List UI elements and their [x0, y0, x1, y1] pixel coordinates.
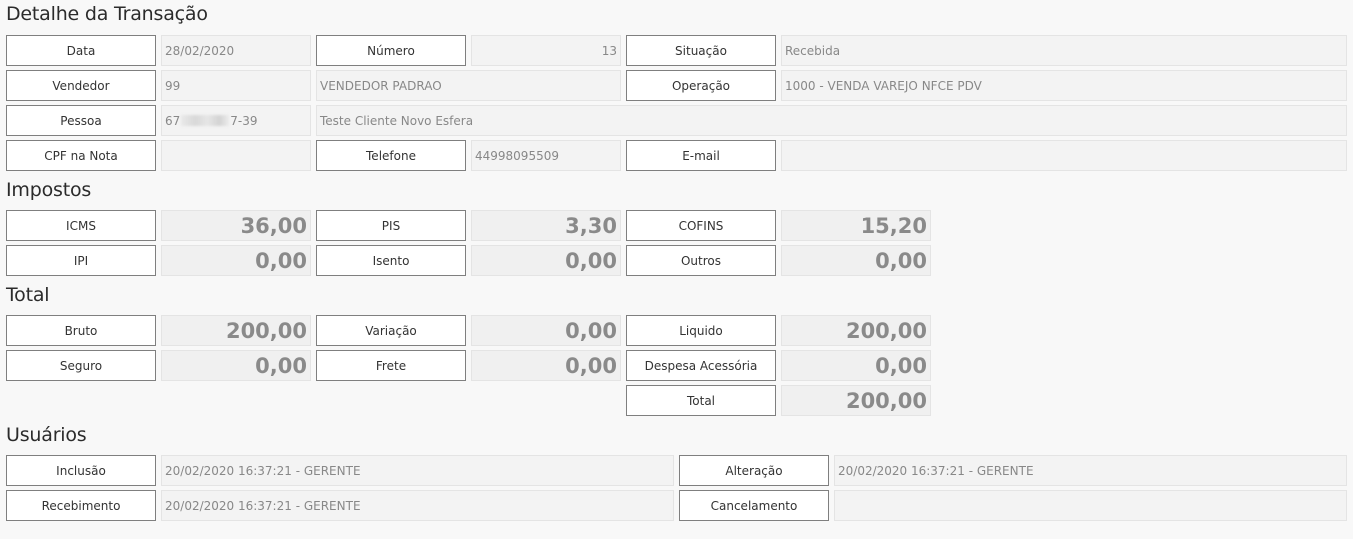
recebimento-label-button[interactable]: Recebimento — [6, 490, 156, 521]
cofins-value: 15,20 — [781, 210, 931, 241]
section-title-usuarios: Usuários — [6, 424, 87, 446]
vendedor-name-value: VENDEDOR PADRAO — [316, 70, 621, 101]
section-title-detalhe: Detalhe da Transação — [6, 3, 208, 25]
situacao-label-button[interactable]: Situação — [626, 35, 776, 66]
liquido-label-button[interactable]: Liquido — [626, 315, 776, 346]
situacao-value: Recebida — [781, 35, 1347, 66]
cpf-na-nota-value — [161, 140, 311, 171]
operacao-label-button[interactable]: Operação — [626, 70, 776, 101]
pessoa-doc-prefix: 67 — [165, 113, 181, 128]
vendedor-label-button[interactable]: Vendedor — [6, 70, 156, 101]
bruto-label-button[interactable]: Bruto — [6, 315, 156, 346]
numero-label-button[interactable]: Número — [316, 35, 466, 66]
icms-value: 36,00 — [161, 210, 311, 241]
pis-label-button[interactable]: PIS — [316, 210, 466, 241]
section-title-total: Total — [6, 284, 50, 306]
isento-label-button[interactable]: Isento — [316, 245, 466, 276]
section-title-impostos: Impostos — [6, 179, 92, 201]
outros-value: 0,00 — [781, 245, 931, 276]
recebimento-value: 20/02/2020 16:37:21 - GERENTE — [161, 490, 674, 521]
variacao-value: 0,00 — [471, 315, 621, 346]
ipi-label-button[interactable]: IPI — [6, 245, 156, 276]
icms-label-button[interactable]: ICMS — [6, 210, 156, 241]
inclusao-label-button[interactable]: Inclusão — [6, 455, 156, 486]
telefone-value: 44998095509 — [471, 140, 621, 171]
alteracao-value: 20/02/2020 16:37:21 - GERENTE — [834, 455, 1347, 486]
variacao-label-button[interactable]: Variação — [316, 315, 466, 346]
cofins-label-button[interactable]: COFINS — [626, 210, 776, 241]
data-label-button[interactable]: Data — [6, 35, 156, 66]
total-value: 200,00 — [781, 385, 931, 416]
data-value: 28/02/2020 — [161, 35, 311, 66]
isento-value: 0,00 — [471, 245, 621, 276]
redacted-blur — [181, 115, 230, 126]
numero-value: 13 — [471, 35, 621, 66]
total-label-button[interactable]: Total — [626, 385, 776, 416]
frete-value: 0,00 — [471, 350, 621, 381]
seguro-value: 0,00 — [161, 350, 311, 381]
cancelamento-value — [834, 490, 1347, 521]
cancelamento-label-button[interactable]: Cancelamento — [679, 490, 829, 521]
email-label-button[interactable]: E-mail — [626, 140, 776, 171]
email-value — [781, 140, 1347, 171]
pessoa-doc-suffix: 7-39 — [230, 113, 258, 128]
ipi-value: 0,00 — [161, 245, 311, 276]
despesa-acessoria-label-button[interactable]: Despesa Acessória — [626, 350, 776, 381]
alteracao-label-button[interactable]: Alteração — [679, 455, 829, 486]
frete-label-button[interactable]: Frete — [316, 350, 466, 381]
pessoa-name-value: Teste Cliente Novo Esfera — [316, 105, 1347, 136]
seguro-label-button[interactable]: Seguro — [6, 350, 156, 381]
bruto-value: 200,00 — [161, 315, 311, 346]
pessoa-label-button[interactable]: Pessoa — [6, 105, 156, 136]
outros-label-button[interactable]: Outros — [626, 245, 776, 276]
liquido-value: 200,00 — [781, 315, 931, 346]
pis-value: 3,30 — [471, 210, 621, 241]
despesa-acessoria-value: 0,00 — [781, 350, 931, 381]
pessoa-document-value: 67 7-39 — [161, 105, 311, 136]
operacao-value: 1000 - VENDA VAREJO NFCE PDV — [781, 70, 1347, 101]
telefone-label-button[interactable]: Telefone — [316, 140, 466, 171]
cpf-na-nota-label-button[interactable]: CPF na Nota — [6, 140, 156, 171]
vendedor-code-value: 99 — [161, 70, 311, 101]
inclusao-value: 20/02/2020 16:37:21 - GERENTE — [161, 455, 674, 486]
